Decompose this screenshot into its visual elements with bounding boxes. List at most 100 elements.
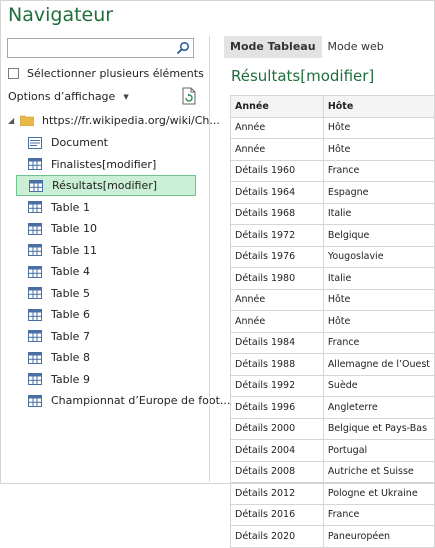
table-icon (28, 244, 42, 256)
table-icon (28, 308, 42, 321)
tab-mode-tableau[interactable]: Mode Tableau (224, 36, 322, 58)
tree-item[interactable]: Table 11 (16, 240, 196, 261)
table-icon (28, 265, 42, 278)
search-icon[interactable] (176, 41, 190, 55)
folder-icon (20, 115, 34, 126)
table-cell: Hôte (322, 310, 435, 333)
table-row: Détails 1996 Angleterre (230, 396, 435, 419)
table-cell: Année (230, 288, 324, 311)
window-title: Navigateur (8, 4, 114, 26)
table-cell: Détails 2000 (230, 417, 324, 440)
table-row: Détails 2016 France (230, 503, 435, 526)
tree-item-label: Table 10 (51, 222, 97, 235)
tree-item[interactable]: Table 7 (16, 326, 196, 347)
table-row: Détails 2008 Autriche et Suisse (230, 460, 435, 483)
tree-item-label: Table 6 (51, 308, 90, 321)
table-cell: Année (230, 310, 324, 333)
tree-item-label: Table 11 (51, 243, 97, 257)
tree-item[interactable]: Table 8 (16, 347, 196, 368)
tree-item[interactable]: Résultats[modifier] (16, 175, 196, 196)
table-header-row: Année Hôte (230, 95, 435, 118)
tree-root-label: https://fr.wikipedia.org/wiki/Ch... (42, 114, 220, 127)
table-row: Détails 2012 Pologne et Ukraine (230, 482, 435, 505)
table-cell: Détails 2004 (230, 439, 324, 462)
pane-divider[interactable] (209, 36, 210, 482)
table-cell: Hôte (322, 116, 435, 139)
column-header[interactable]: Année (230, 95, 324, 118)
table-cell: Belgique et Pays-Bas (322, 417, 435, 440)
display-options-dropdown[interactable]: Options d’affichage ▼ (8, 90, 129, 103)
column-header[interactable]: Hôte (322, 95, 435, 118)
table-cell: Détails 2020 (230, 525, 324, 548)
tree-item[interactable]: Table 1 (16, 197, 196, 218)
select-multiple-checkbox[interactable] (8, 68, 19, 79)
table-cell: Paneuropéen (322, 525, 435, 548)
preview-title: Résultats[modifier] (231, 67, 375, 85)
tree-item-label: Table 4 (51, 265, 90, 278)
table-cell: Hôte (322, 288, 435, 311)
refresh-icon[interactable] (181, 87, 197, 105)
table-row: Année Hôte (230, 288, 435, 311)
table-row: Année Hôte (230, 116, 435, 139)
tree-item[interactable]: Table 10 (16, 218, 196, 239)
table-row: Détails 1976 Yougoslavie (230, 245, 435, 268)
table-row: Détails 1964 Espagne (230, 181, 435, 204)
table-row: Détails 1960 France (230, 159, 435, 182)
tree-item[interactable]: Table 4 (16, 261, 196, 282)
table-cell: France (322, 159, 435, 182)
table-cell: Détails 1968 (230, 202, 324, 225)
tree-item-label: Table 9 (51, 372, 90, 386)
tree-item[interactable]: Document (16, 132, 196, 153)
table-row: Détails 1992 Suède (230, 374, 435, 397)
tree-item[interactable]: Championnat d’Europe de foot... (16, 390, 230, 411)
table-cell: Pologne et Ukraine (322, 482, 435, 505)
table-cell: Détails 1984 (230, 331, 324, 354)
table-cell: Italie (322, 267, 435, 290)
table-cell: Détails 1976 (230, 245, 324, 268)
table-cell: Suède (322, 374, 435, 397)
table-cell: Belgique (322, 224, 435, 247)
tree-item[interactable]: Table 5 (16, 283, 196, 304)
table-cell: Année (230, 138, 324, 161)
table-icon (29, 179, 43, 192)
table-icon (28, 330, 42, 342)
table-cell: Portugal (322, 439, 435, 462)
tree-item[interactable]: Finalistes[modifier] (16, 154, 196, 175)
display-options-label: Options d’affichage (8, 90, 116, 103)
table-cell: Italie (322, 202, 435, 225)
table-cell: Détails 1960 (230, 159, 324, 182)
table-cell: Allemagne de l’Ouest (322, 353, 435, 376)
preview-tabs: Mode Tableau Mode web (224, 36, 390, 58)
search-input[interactable] (11, 42, 175, 61)
table-cell: Espagne (322, 181, 435, 204)
caret-down-icon: ▼ (123, 92, 129, 101)
preview-table: Année Hôte Année Hôte Année Hôte Détails 196… (230, 95, 435, 548)
search-box[interactable] (7, 38, 194, 61)
table-row: Détails 1980 Italie (230, 267, 435, 290)
table-cell: Détails 1980 (230, 267, 324, 290)
table-cell: Détails 2012 (230, 482, 324, 505)
tree-root[interactable]: ◢ https://fr.wikipedia.org/wiki/Ch... (8, 110, 220, 131)
expanded-triangle-icon[interactable]: ◢ (8, 116, 16, 125)
table-icon (28, 373, 42, 385)
table-row: Détails 1984 France (230, 331, 435, 354)
table-row: Détails 2000 Belgique et Pays-Bas (230, 417, 435, 440)
table-cell: Détails 1988 (230, 353, 324, 376)
tree-item[interactable]: Table 6 (16, 304, 196, 325)
table-cell: Détails 2008 (230, 460, 324, 483)
table-icon (28, 201, 42, 213)
table-row: Détails 2004 Portugal (230, 439, 435, 462)
tree-item-label: Résultats[modifier] (52, 179, 158, 192)
table-cell: France (322, 331, 435, 354)
select-multiple-option[interactable]: Sélectionner plusieurs éléments (8, 67, 204, 80)
table-row: Détails 2020 Paneuropéen (230, 525, 435, 548)
tab-mode-web[interactable]: Mode web (322, 36, 390, 58)
tree-item-label: Championnat d’Europe de foot... (51, 394, 231, 407)
table-icon (28, 158, 42, 170)
table-cell: Angleterre (322, 396, 435, 419)
table-cell: Hôte (322, 138, 435, 161)
table-cell: Autriche et Suisse (322, 460, 435, 483)
tree-item-label: Table 7 (51, 329, 90, 343)
tree-item[interactable]: Table 9 (16, 369, 196, 390)
table-cell: Détails 1996 (230, 396, 324, 419)
